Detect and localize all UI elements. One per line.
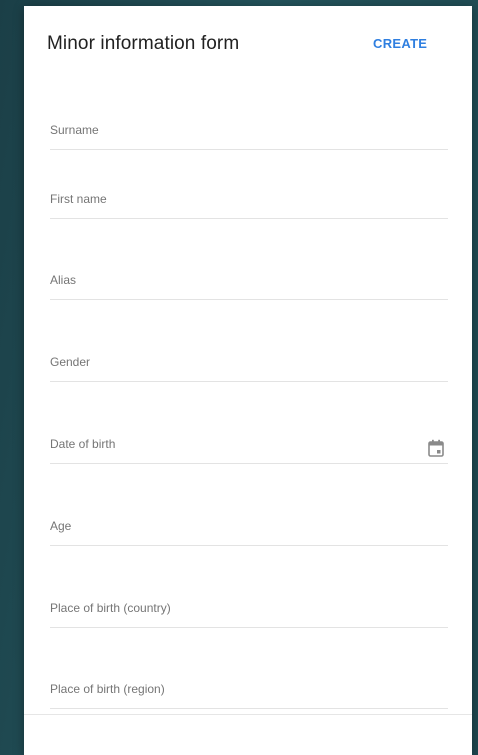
minor-information-dialog: Minor information form CREATE Surname Fi…: [24, 6, 472, 755]
dialog-title: Minor information form: [47, 33, 240, 54]
gender-field[interactable]: Gender: [50, 341, 448, 382]
first-name-field[interactable]: First name: [50, 178, 448, 219]
date-of-birth-field[interactable]: Date of birth: [50, 423, 448, 464]
alias-field[interactable]: Alias: [50, 259, 448, 300]
create-button[interactable]: CREATE: [369, 34, 431, 53]
footer-divider: [24, 714, 472, 715]
place-of-birth-country-field[interactable]: Place of birth (country): [50, 587, 448, 628]
first-name-label: First name: [50, 192, 107, 206]
age-field[interactable]: Age: [50, 505, 448, 546]
calendar-icon[interactable]: [428, 439, 444, 457]
dialog-header: Minor information form CREATE: [24, 6, 472, 86]
place-of-birth-region-field[interactable]: Place of birth (region): [50, 668, 448, 709]
place-of-birth-region-label: Place of birth (region): [50, 682, 165, 696]
age-label: Age: [50, 519, 72, 533]
date-of-birth-label: Date of birth: [50, 437, 116, 451]
surname-label: Surname: [50, 123, 99, 137]
calendar-icon-graphic: [428, 439, 444, 457]
gender-label: Gender: [50, 355, 91, 369]
place-of-birth-country-label: Place of birth (country): [50, 601, 171, 615]
alias-label: Alias: [50, 273, 77, 287]
surname-field[interactable]: Surname: [50, 109, 448, 150]
